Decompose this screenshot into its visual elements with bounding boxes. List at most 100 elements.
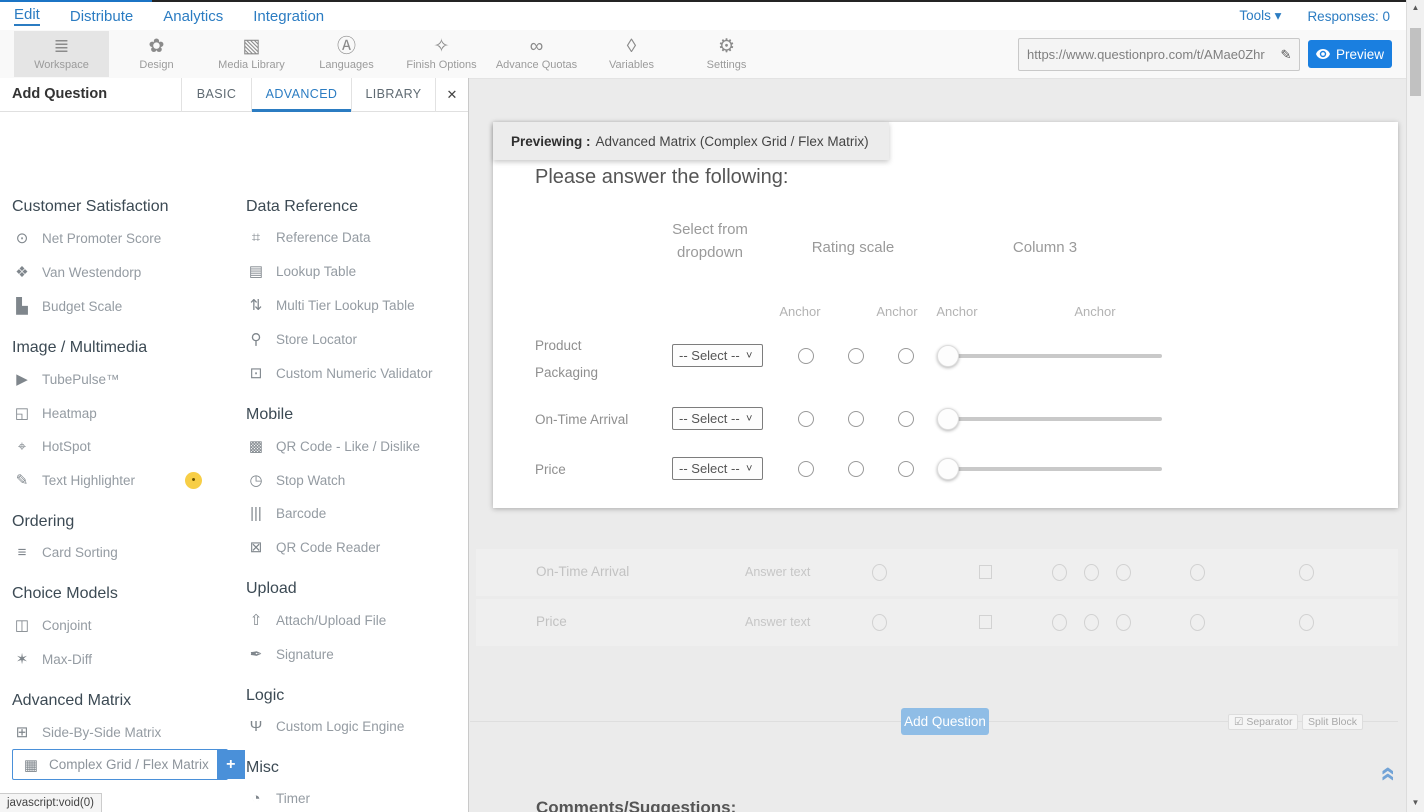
row2-radio-1[interactable] — [798, 411, 814, 427]
panel-item-attach-upload-file[interactable]: ⇧ Attach/Upload File — [246, 603, 468, 637]
scrollbar-up-icon[interactable]: ▲ — [1407, 3, 1424, 12]
panel-item-heatmap[interactable]: ◱ Heatmap — [12, 396, 228, 430]
toolbar-variables[interactable]: ◊ Variables — [584, 31, 679, 77]
panel-item-multi-tier-lookup-table[interactable]: ⇅ Multi Tier Lookup Table — [246, 288, 468, 322]
panel-item-store-locator[interactable]: ⚲ Store Locator — [246, 322, 468, 356]
row1-slider-track[interactable] — [948, 354, 1162, 358]
panel-item-complex-grid-flex-matrix[interactable]: ▦ Complex Grid / Flex Matrix + — [12, 749, 228, 780]
row3-radio-1[interactable] — [798, 461, 814, 477]
close-panel-button[interactable]: ✕ — [435, 78, 468, 112]
panel-item-card-sorting[interactable]: ≡ Card Sorting — [12, 536, 228, 569]
row2-radio-2[interactable] — [848, 411, 864, 427]
tools-dropdown[interactable]: Tools ▾ — [1239, 8, 1281, 24]
faded-radio[interactable] — [1084, 564, 1099, 581]
row3-radio-2[interactable] — [848, 461, 864, 477]
panel-item-net-promoter-score[interactable]: ⊙ Net Promoter Score — [12, 221, 228, 255]
toolbar-design[interactable]: ✿ Design — [109, 31, 204, 77]
faded-radio[interactable] — [1190, 614, 1205, 631]
faded-radio[interactable] — [1190, 564, 1205, 581]
faded-radio[interactable] — [1052, 564, 1067, 581]
faded-radio[interactable] — [1084, 614, 1099, 631]
separator-toggle-button[interactable]: ☑ Separator — [1228, 714, 1298, 730]
panel-item-conjoint[interactable]: ◫ Conjoint — [12, 608, 228, 642]
toolbar-finish-options[interactable]: ✧ Finish Options — [394, 31, 489, 77]
page-scrollbar[interactable]: ▲ ▼ — [1406, 0, 1424, 812]
row2-slider-track[interactable] — [948, 417, 1162, 421]
row2-slider-handle[interactable] — [937, 408, 959, 430]
panel-item-reference-data[interactable]: ⌗ Reference Data — [246, 221, 468, 254]
faded-radio[interactable] — [872, 614, 887, 631]
split-block-button[interactable]: Split Block — [1302, 714, 1363, 730]
panel-item-text-highlighter[interactable]: ✎ Text Highlighter • — [12, 463, 228, 497]
faded-checkbox[interactable] — [979, 615, 992, 629]
nav-tab-distribute[interactable]: Distribute — [70, 8, 133, 25]
add-question-plus-button[interactable]: + — [217, 750, 245, 779]
panel-item-stop-watch[interactable]: ◷ Stop Watch — [246, 463, 468, 497]
row3-slider-track[interactable] — [948, 467, 1162, 471]
preview-button[interactable]: Preview — [1308, 40, 1392, 68]
toolbar-languages[interactable]: Ⓐ Languages — [299, 31, 394, 77]
tab-basic[interactable]: BASIC — [181, 78, 251, 112]
panel-item-custom-logic-engine[interactable]: Ψ Custom Logic Engine — [246, 710, 468, 743]
section-heading: Advanced Matrix — [12, 692, 228, 710]
tab-library[interactable]: LIBRARY — [351, 78, 435, 112]
panel-item-custom-numeric-validator[interactable]: ⊡ Custom Numeric Validator — [246, 356, 468, 390]
panel-item-qr-code-like-dislike[interactable]: ▩ QR Code - Like / Dislike — [246, 429, 468, 463]
section-heading: Ordering — [12, 513, 228, 531]
row3-slider-handle[interactable] — [937, 458, 959, 480]
faded-radio[interactable] — [872, 564, 887, 581]
top-nav: Edit Distribute Analytics Integration To… — [0, 2, 1424, 31]
row1-radio-1[interactable] — [798, 348, 814, 364]
toolbar-workspace[interactable]: ≣ Workspace — [14, 31, 109, 77]
panel-item-timer[interactable]: ◔ Timer — [246, 782, 468, 812]
answer-text-input[interactable]: Answer text — [745, 565, 810, 579]
faded-radio[interactable] — [1299, 614, 1314, 631]
panel-item-signature[interactable]: ✒ Signature — [246, 637, 468, 671]
panel-item-hotspot[interactable]: ⌖ HotSpot — [12, 430, 228, 463]
section-customer-satisfaction: Customer Satisfaction ⊙ Net Promoter Sco… — [12, 198, 228, 323]
workspace-icon: ≣ — [54, 37, 70, 57]
browser-status-bar: javascript:void(0) — [0, 793, 102, 812]
row1-slider-handle[interactable] — [937, 345, 959, 367]
row1-radio-3[interactable] — [898, 348, 914, 364]
faded-radio[interactable] — [1299, 564, 1314, 581]
panel-item-barcode[interactable]: ||| Barcode — [246, 497, 468, 530]
faded-checkbox[interactable] — [979, 565, 992, 579]
toolbar-settings[interactable]: ⚙ Settings — [679, 31, 774, 77]
barcode-icon: ||| — [246, 505, 266, 522]
toolbar-media-library[interactable]: ▧ Media Library — [204, 31, 299, 77]
nav-tab-analytics[interactable]: Analytics — [163, 8, 223, 25]
nav-tab-integration[interactable]: Integration — [253, 8, 324, 25]
row2-radio-3[interactable] — [898, 411, 914, 427]
multi-tier-lookup-icon: ⇅ — [246, 296, 266, 314]
row2-select-dropdown[interactable]: -- Select -- ˅ — [672, 407, 763, 430]
panel-item-max-diff[interactable]: ✶ Max-Diff — [12, 642, 228, 676]
row1-select-dropdown[interactable]: -- Select -- ˅ — [672, 344, 763, 367]
row3-radio-3[interactable] — [898, 461, 914, 477]
faded-radio[interactable] — [1052, 614, 1067, 631]
answer-text-input[interactable]: Answer text — [745, 615, 810, 629]
add-question-button[interactable]: Add Question — [901, 708, 989, 735]
tab-advanced[interactable]: ADVANCED — [251, 78, 351, 112]
panel-item-van-westendorp[interactable]: ❖ Van Westendorp — [12, 255, 228, 289]
row1-radio-2[interactable] — [848, 348, 864, 364]
panel-item-side-by-side-matrix[interactable]: ⊞ Side-By-Side Matrix — [12, 715, 228, 749]
panel-item-lookup-table[interactable]: ▤ Lookup Table — [246, 254, 468, 288]
nav-tab-edit[interactable]: Edit — [14, 6, 40, 26]
row3-select-dropdown[interactable]: -- Select -- ˅ — [672, 457, 763, 480]
scrollbar-down-icon[interactable]: ▼ — [1407, 798, 1424, 807]
panel-item-budget-scale[interactable]: ▙ Budget Scale — [12, 289, 228, 323]
responses-count[interactable]: Responses: 0 — [1307, 9, 1390, 24]
max-diff-icon: ✶ — [12, 650, 32, 668]
panel-item-tubepulse[interactable]: ▶ TubePulse™ — [12, 362, 228, 396]
faded-radio[interactable] — [1116, 564, 1131, 581]
survey-url-input[interactable]: https://www.questionpro.com/t/AMae0Zhr — [1019, 47, 1273, 62]
toolbar-advance-quotas[interactable]: ∞ Advance Quotas — [489, 31, 584, 77]
edit-url-pencil-icon[interactable]: ✎ — [1273, 47, 1299, 63]
scrollbar-thumb[interactable] — [1410, 28, 1421, 96]
faded-radio[interactable] — [1116, 614, 1131, 631]
panel-item-qr-code-reader[interactable]: ⊠ QR Code Reader — [246, 530, 468, 564]
chevron-down-icon: ˅ — [746, 350, 762, 362]
question-preview-card: Please answer the following: Select from… — [493, 122, 1398, 508]
scroll-to-top-chevrons-icon[interactable]: » — [1371, 760, 1401, 788]
